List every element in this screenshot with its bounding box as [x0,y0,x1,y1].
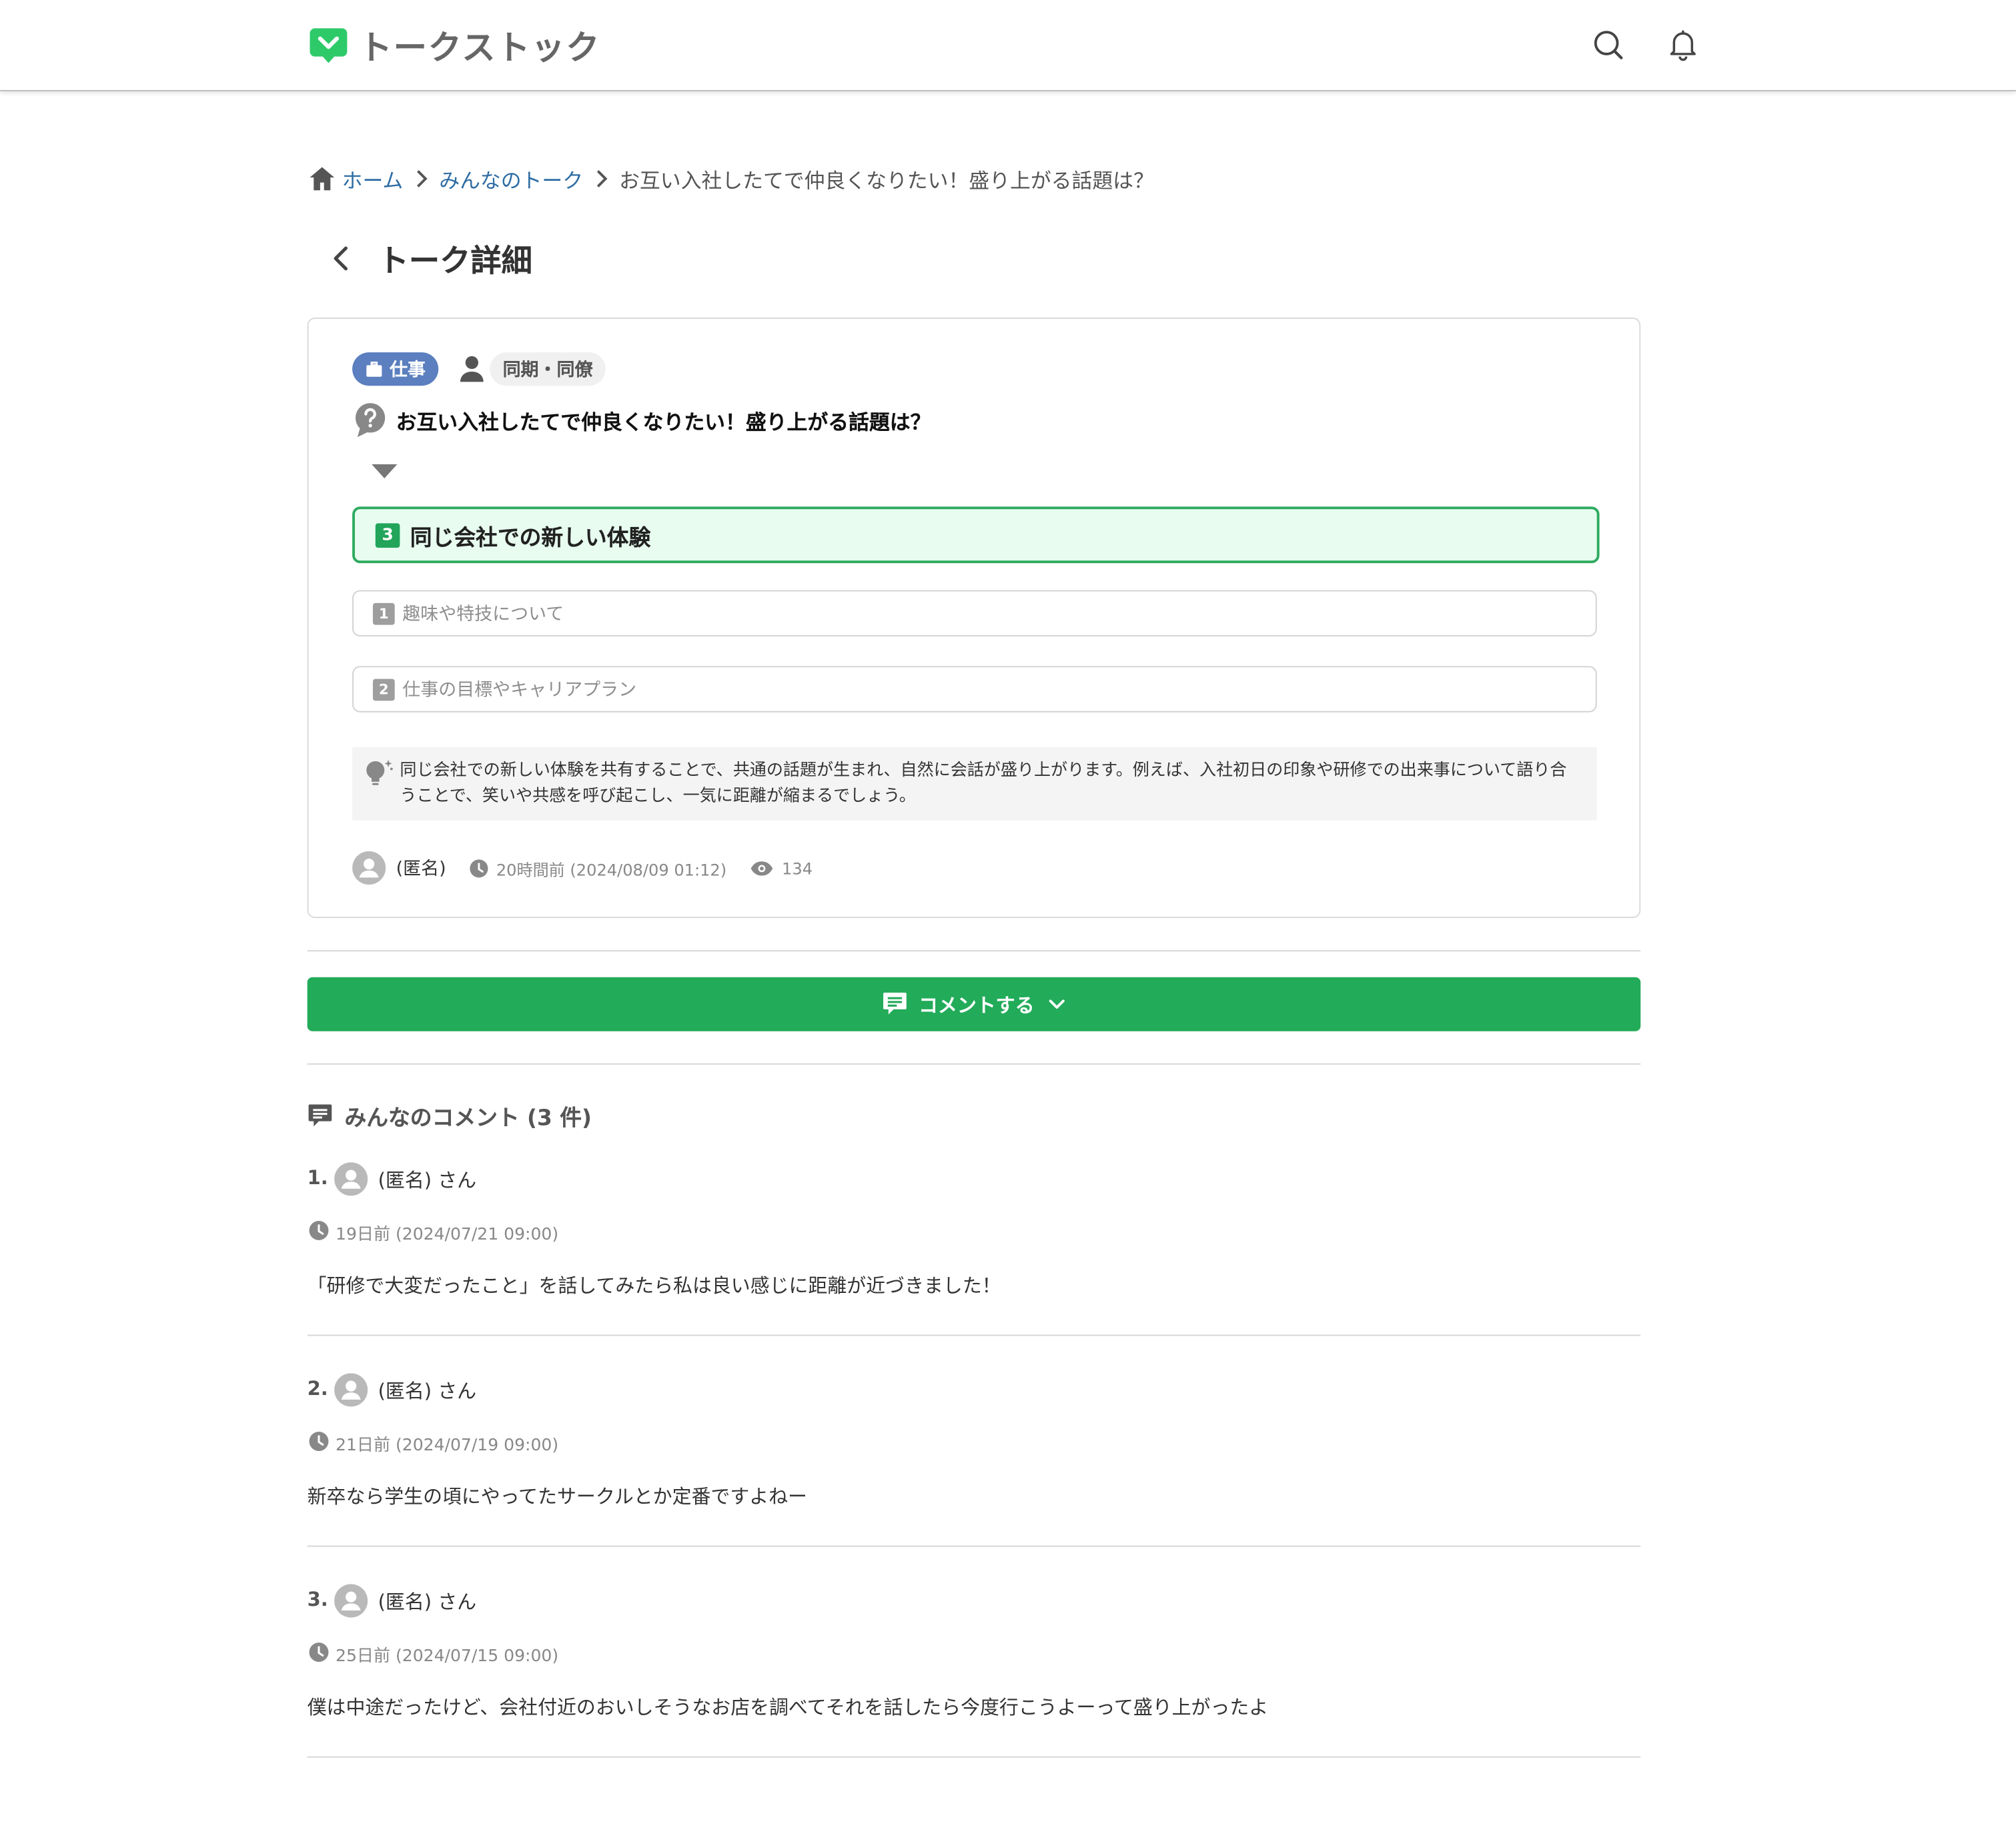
avatar-icon [334,1584,368,1618]
comment-author: (匿名) さん [378,1379,477,1403]
question-icon [355,403,386,438]
relation-tag-label: 同期・同僚 [502,360,593,381]
question-text: お互い入社したてで仲良くなりたい！盛り上がる話題は？ [396,410,931,435]
answer-option-label: 同じ会社での新しい体験 [410,525,651,551]
posted-time: 20時間前 (2024/08/09 01:12) [496,859,727,879]
breadcrumb-home-link[interactable]: ホーム [342,163,404,194]
page-title-row: トーク詳細 [324,236,532,280]
breadcrumb-current: お互い入社したてで仲良くなりたい！盛り上がる話題は？ [619,168,1154,193]
triangle-down-icon [371,464,398,478]
view-count: 134 [782,858,813,878]
author-name: (匿名) [396,859,446,880]
comment-item: 1. (匿名) さん 19日前 (2024/07/21 09:00) 「研修で大… [307,1162,1641,1374]
comments-heading-text: みんなのコメント (3 件) [344,1105,592,1132]
briefcase-icon [366,362,382,377]
divider [307,1063,1641,1065]
logo[interactable]: トークストック [309,25,601,67]
clock-icon [309,1432,329,1451]
avatar-icon [352,851,386,885]
comment-body: 新卒なら学生の頃にやってたサークルとか定番ですよねー [307,1485,807,1508]
chevron-right-icon [416,169,427,187]
answer-option[interactable]: 2 仕事の目標やキャリアプラン [352,666,1597,713]
comment-item: 2. (匿名) さん 21日前 (2024/07/19 09:00) 新卒なら学… [307,1373,1641,1585]
search-icon[interactable] [1592,28,1625,61]
clock-icon [309,1643,329,1663]
comment-number: 1. [307,1166,328,1190]
hint-box: 同じ会社での新しい体験を共有することで、共通の話題が生まれ、自然に会話が盛り上が… [352,747,1597,821]
rank-badge: 1 [372,602,395,624]
clock-icon [309,1220,329,1240]
hint-text: 同じ会社での新しい体験を共有することで、共通の話題が生まれ、自然に会話が盛り上が… [400,761,1567,807]
divider [307,950,1641,952]
answer-option-label: 仕事の目標やキャリアプラン [402,680,637,701]
divider [307,1545,1641,1547]
comment-button-label: コメントする [919,993,1035,1017]
answer-option[interactable]: 1 趣味や特技について [352,590,1597,637]
logo-text: トークストック [358,29,601,68]
divider [307,1756,1641,1758]
back-arrow-icon[interactable] [324,238,360,279]
avatar-icon [334,1373,368,1407]
chevron-right-icon [596,169,607,187]
comment-number: 2. [307,1377,328,1400]
talk-meta: (匿名) 20時間前 (2024/08/09 01:12) 134 [352,851,813,885]
site-header: トークストック [0,0,2016,91]
eye-icon [750,861,773,875]
breadcrumb-category-link[interactable]: みんなのトーク [439,163,583,194]
comment-icon [883,992,907,1015]
avatar-icon [334,1162,368,1196]
rank-badge: 2 [372,678,395,701]
comment-time: 25日前 (2024/07/15 09:00) [336,1647,559,1667]
comment-time: 19日前 (2024/07/21 09:00) [336,1225,559,1245]
home-icon[interactable] [309,166,336,192]
lightbulb-icon [366,760,393,785]
chevron-down-icon [1048,999,1064,1009]
breadcrumb: ホーム みんなのトーク お互い入社したてで仲良くなりたい！盛り上がる話題は？ [309,163,1154,194]
comment-body: 「研修で大変だったこと」を話してみたら私は良い感じに距離が近づきました！ [307,1274,1001,1298]
category-tag-label: 仕事 [389,360,426,381]
answer-option-selected[interactable]: 3 同じ会社での新しい体験 [352,506,1600,564]
comment-body: 僕は中途だったけど、会社付近のおいしそうなお店を調べてそれを話したら今度行こうよ… [307,1696,1269,1719]
bell-icon[interactable] [1666,28,1700,61]
comment-button[interactable]: コメントする [307,977,1641,1031]
question-row: お互い入社したてで仲良くなりたい！盛り上がる話題は？ [355,402,931,438]
talk-card: 仕事 同期・同僚 お互い入社したてで仲良くなりたい！盛り上がる話題は？ 3 同じ… [307,318,1641,919]
comment-author: (匿名) さん [378,1168,477,1192]
divider [307,1334,1641,1336]
comment-icon [308,1103,332,1126]
category-tag[interactable]: 仕事 [352,352,439,386]
relation-tag[interactable]: 同期・同僚 [490,352,606,386]
comment-time: 21日前 (2024/07/19 09:00) [336,1436,559,1456]
answer-option-label: 趣味や特技について [402,604,564,625]
rank-badge: 3 [375,522,400,548]
clock-icon [470,859,488,877]
logo-mark-icon [310,27,348,63]
comments-heading: みんなのコメント (3 件) [308,1099,592,1131]
comment-author: (匿名) さん [378,1590,477,1614]
comment-number: 3. [307,1588,328,1611]
page-title: トーク詳細 [378,243,532,280]
person-icon [460,356,484,382]
comment-item: 3. (匿名) さん 25日前 (2024/07/15 09:00) 僕は中途だ… [307,1584,1641,1796]
